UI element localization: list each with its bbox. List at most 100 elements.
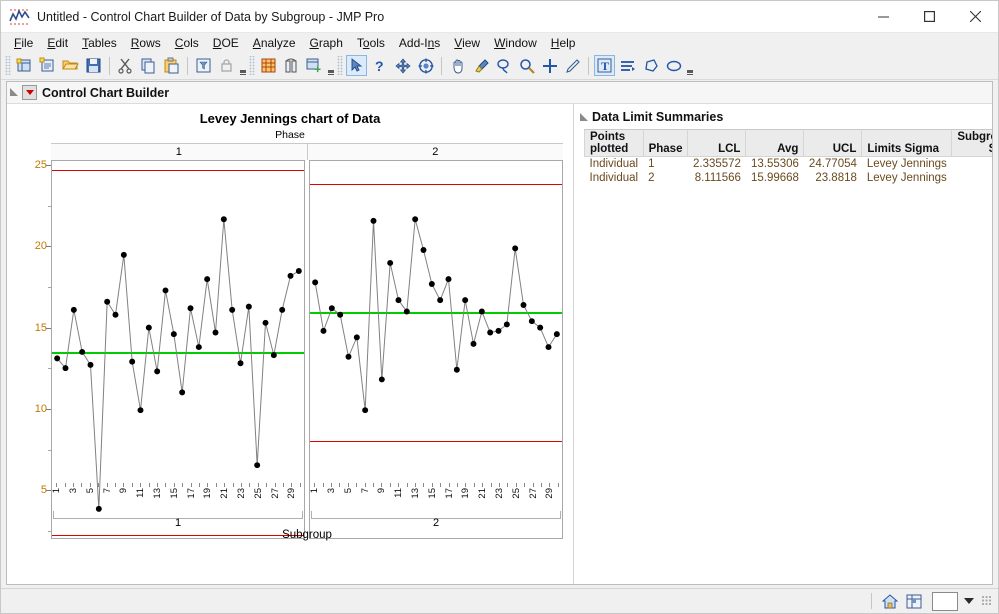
data-point[interactable] bbox=[321, 328, 327, 334]
grabber-hand-icon[interactable] bbox=[447, 55, 468, 76]
menu-view[interactable]: View bbox=[447, 34, 487, 52]
data-point[interactable] bbox=[54, 355, 60, 361]
close-button[interactable] bbox=[952, 1, 998, 32]
save-icon[interactable] bbox=[83, 55, 104, 76]
chevron-down-icon[interactable] bbox=[964, 598, 974, 604]
data-point[interactable] bbox=[104, 299, 110, 305]
oval-tool-icon[interactable] bbox=[663, 55, 684, 76]
data-point[interactable] bbox=[79, 349, 85, 355]
menu-edit[interactable]: Edit bbox=[40, 34, 75, 52]
data-point[interactable] bbox=[371, 218, 377, 224]
minimize-button[interactable] bbox=[860, 1, 906, 32]
data-point[interactable] bbox=[263, 320, 269, 326]
data-point[interactable] bbox=[429, 281, 435, 287]
data-point[interactable] bbox=[446, 276, 452, 282]
data-point[interactable] bbox=[229, 307, 235, 313]
add-columns-icon[interactable] bbox=[304, 55, 325, 76]
data-point[interactable] bbox=[479, 308, 485, 314]
data-point[interactable] bbox=[271, 352, 277, 358]
open-icon[interactable] bbox=[60, 55, 81, 76]
data-point[interactable] bbox=[238, 360, 244, 366]
data-point[interactable] bbox=[329, 305, 335, 311]
data-point[interactable] bbox=[346, 354, 352, 360]
resize-grip-icon[interactable] bbox=[982, 596, 992, 606]
menu-rows[interactable]: Rows bbox=[124, 34, 168, 52]
col-ucl[interactable]: UCL bbox=[804, 130, 862, 157]
data-point[interactable] bbox=[354, 334, 360, 340]
help-question-icon[interactable]: ? bbox=[369, 55, 390, 76]
data-point[interactable] bbox=[496, 328, 502, 334]
data-point[interactable] bbox=[213, 330, 219, 336]
data-point[interactable] bbox=[254, 462, 260, 468]
brush-icon[interactable] bbox=[470, 55, 491, 76]
menu-graph[interactable]: Graph bbox=[303, 34, 350, 52]
data-point[interactable] bbox=[404, 308, 410, 314]
toolbar-grip[interactable] bbox=[337, 56, 343, 75]
summaries-disclosure-triangle[interactable] bbox=[580, 113, 589, 122]
data-point[interactable] bbox=[204, 276, 210, 282]
menu-doe[interactable]: DOE bbox=[206, 34, 246, 52]
data-point[interactable] bbox=[537, 325, 543, 331]
magnifier-icon[interactable] bbox=[516, 55, 537, 76]
data-point[interactable] bbox=[521, 302, 527, 308]
data-point[interactable] bbox=[546, 344, 552, 350]
data-point[interactable] bbox=[113, 312, 119, 318]
data-point[interactable] bbox=[387, 260, 393, 266]
toolbar-overflow-button[interactable] bbox=[326, 55, 335, 77]
col-avg[interactable]: Avg bbox=[746, 130, 804, 157]
menu-help[interactable]: Help bbox=[544, 34, 583, 52]
arrow-select-icon[interactable] bbox=[346, 55, 367, 76]
cut-icon[interactable] bbox=[115, 55, 136, 76]
data-point[interactable] bbox=[362, 407, 368, 413]
data-point[interactable] bbox=[412, 216, 418, 222]
data-point[interactable] bbox=[504, 321, 510, 327]
data-point[interactable] bbox=[246, 304, 252, 310]
data-point[interactable] bbox=[454, 367, 460, 373]
data-point[interactable] bbox=[437, 297, 443, 303]
new-data-table-icon[interactable] bbox=[14, 55, 35, 76]
data-point[interactable] bbox=[396, 297, 402, 303]
col-subgroup-size[interactable]: Subgroup Size bbox=[952, 130, 993, 157]
data-point[interactable] bbox=[512, 245, 518, 251]
menu-window[interactable]: Window bbox=[487, 34, 544, 52]
data-point[interactable] bbox=[63, 365, 69, 371]
table-row[interactable]: Individual28.11156615.9966823.8818Levey … bbox=[585, 171, 994, 185]
lasso-icon[interactable] bbox=[493, 55, 514, 76]
y-axis[interactable]: Data 510152025 bbox=[7, 160, 51, 539]
data-point[interactable] bbox=[188, 305, 194, 311]
data-point[interactable] bbox=[312, 279, 318, 285]
new-script-icon[interactable] bbox=[37, 55, 58, 76]
data-point[interactable] bbox=[121, 252, 127, 258]
toolbar-grip[interactable] bbox=[5, 56, 11, 75]
toolbar-overflow-button[interactable] bbox=[685, 55, 694, 77]
annotate-plus-icon[interactable] bbox=[539, 55, 560, 76]
column-info-icon[interactable] bbox=[281, 55, 302, 76]
col-limits-sigma[interactable]: Limits Sigma bbox=[862, 130, 952, 157]
data-point[interactable] bbox=[279, 307, 285, 313]
data-point[interactable] bbox=[471, 341, 477, 347]
col-phase[interactable]: Phase bbox=[643, 130, 688, 157]
data-point[interactable] bbox=[163, 287, 169, 293]
data-point[interactable] bbox=[146, 325, 152, 331]
toolbar-grip[interactable] bbox=[249, 56, 255, 75]
data-point[interactable] bbox=[529, 318, 535, 324]
data-point[interactable] bbox=[171, 331, 177, 337]
data-point[interactable] bbox=[421, 247, 427, 253]
data-point[interactable] bbox=[179, 389, 185, 395]
crosshair-target-icon[interactable] bbox=[415, 55, 436, 76]
copy-icon[interactable] bbox=[138, 55, 159, 76]
data-point[interactable] bbox=[221, 216, 227, 222]
menu-addins[interactable]: Add-Ins bbox=[392, 34, 447, 52]
polygon-tool-icon[interactable] bbox=[640, 55, 661, 76]
red-triangle-menu-icon[interactable] bbox=[22, 85, 37, 100]
data-point[interactable] bbox=[554, 331, 560, 337]
line-tool-icon[interactable] bbox=[617, 55, 638, 76]
col-lcl[interactable]: LCL bbox=[688, 130, 746, 157]
data-point[interactable] bbox=[71, 307, 77, 313]
toolbar-overflow-button[interactable] bbox=[238, 55, 247, 77]
text-tool-icon[interactable]: T bbox=[594, 55, 615, 76]
data-point[interactable] bbox=[154, 368, 160, 374]
data-filter-icon[interactable] bbox=[193, 55, 214, 76]
data-point[interactable] bbox=[296, 268, 302, 274]
table-row[interactable]: Individual12.33557213.5530624.77054Levey… bbox=[585, 157, 994, 172]
